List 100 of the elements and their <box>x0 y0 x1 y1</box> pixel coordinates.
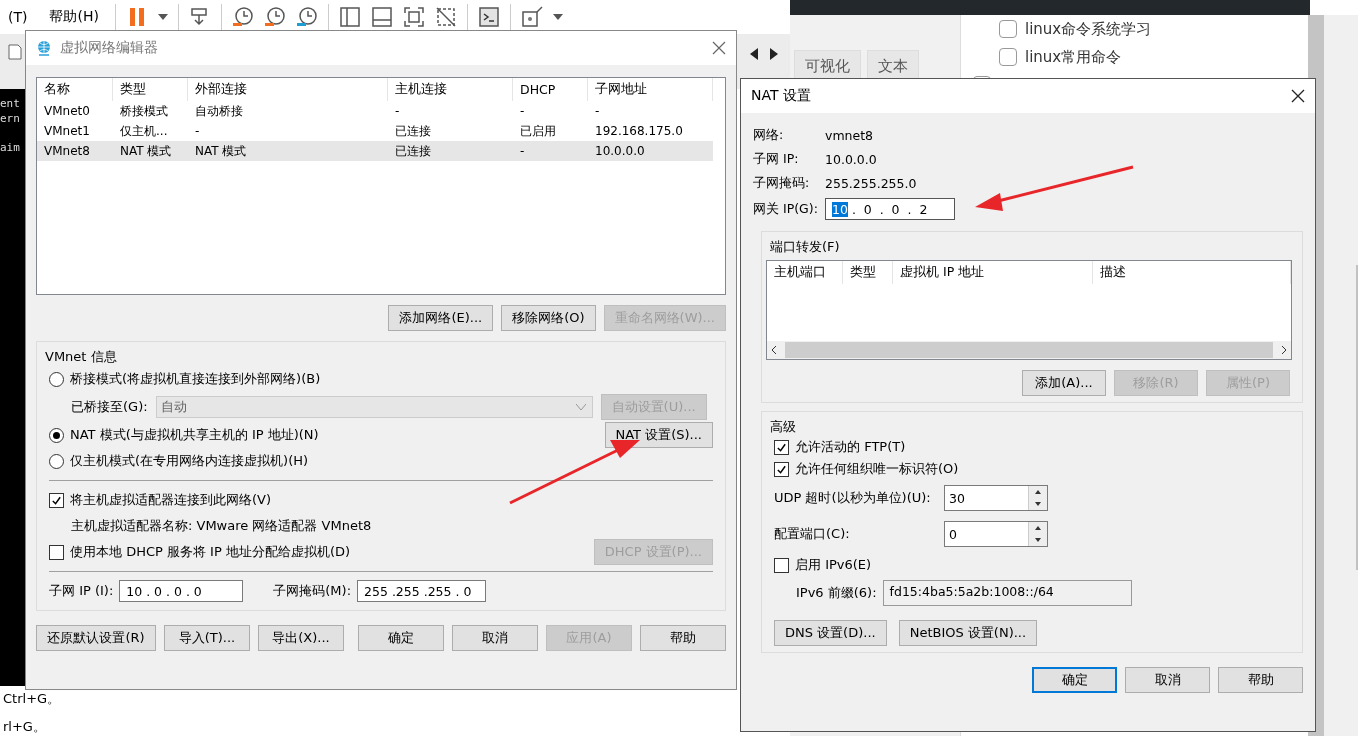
text-field[interactable]: fd15:4ba5:5a2b:1008::/64 <box>882 580 1132 606</box>
button[interactable]: DNS 设置(D)... <box>774 620 887 646</box>
unity-icon[interactable] <box>434 6 457 29</box>
window-title: 虚拟网络编辑器 <box>60 39 158 57</box>
adapter-name-text: 主机虚拟适配器名称: VMware 网络适配器 VMnet8 <box>71 517 372 535</box>
status-text: rl+G。 <box>3 719 46 734</box>
column-header[interactable]: 名称 <box>37 78 113 101</box>
checkbox-label[interactable]: 允许活动的 FTP(T) <box>795 438 906 456</box>
terminal-text: ent <box>0 96 20 110</box>
button[interactable]: NAT 设置(S)... <box>604 422 713 448</box>
checkbox[interactable] <box>999 20 1017 38</box>
group-title: 高级 <box>770 418 797 436</box>
globe-icon <box>36 40 52 56</box>
table-cell-text: 已启用 <box>519 122 557 140</box>
tab-icon[interactable] <box>8 44 22 61</box>
radio-button[interactable] <box>49 453 64 469</box>
right-arrow-icon[interactable] <box>770 48 778 61</box>
field-value: 10.0.0.0 <box>825 151 877 167</box>
button[interactable]: 导入(T)... <box>164 625 250 651</box>
field-value: vmnet8 <box>825 127 874 143</box>
field-label: 子网 IP: <box>753 150 800 168</box>
table-row[interactable]: VMnet8 NAT 模式 NAT 模式 已连接 - 10.0.0.0 <box>37 141 713 161</box>
window-title: NAT 设置 <box>751 87 811 105</box>
checkbox[interactable] <box>774 461 789 477</box>
left-arrow-icon[interactable] <box>750 48 758 61</box>
ip-field[interactable]: 255 .255 .255 . 0 <box>357 580 487 602</box>
button[interactable]: 帮助 <box>640 625 726 651</box>
table-cell-text: NAT 模式 <box>119 142 173 160</box>
close-icon[interactable] <box>1291 89 1305 103</box>
fullscreen-icon[interactable] <box>402 6 425 29</box>
field-label: 配置端口(C): <box>774 525 851 543</box>
column-header[interactable]: 描述 <box>1093 261 1291 284</box>
checkbox[interactable] <box>774 439 789 455</box>
category-label: linux常用命令 <box>1025 47 1122 67</box>
radio-label[interactable]: 仅主机模式(在专用网络内连接虚拟机)(H) <box>70 452 309 470</box>
table-cell-text: - <box>519 104 526 118</box>
table-cell-text: 192.168.175.0 <box>594 124 684 138</box>
button[interactable]: 确定 <box>1032 667 1117 693</box>
console-icon[interactable] <box>477 6 500 29</box>
text-selection: 10 <box>832 201 848 217</box>
column-header[interactable]: 主机端口 <box>767 261 843 284</box>
column-header[interactable]: 主机连接 <box>388 78 513 101</box>
button[interactable]: NetBIOS 设置(N)... <box>898 620 1038 646</box>
field-label: 网络: <box>753 126 785 144</box>
caret-icon[interactable] <box>157 14 168 21</box>
checkbox-label[interactable]: 将主机虚拟适配器连接到此网络(V) <box>70 491 272 509</box>
checkbox[interactable] <box>999 48 1017 66</box>
button[interactable]: 取消 <box>1125 667 1210 693</box>
clock-icon[interactable] <box>295 6 318 29</box>
field-value: 255.255.255.0 <box>825 175 917 191</box>
clock-icon[interactable] <box>263 6 286 29</box>
menu-item[interactable]: 帮助(H) <box>43 8 105 27</box>
ip-field[interactable]: 10 . 0 . 0 . 2 <box>825 198 955 220</box>
checkbox[interactable] <box>774 557 789 573</box>
column-header[interactable]: 外部连接 <box>188 78 388 101</box>
field-label: 已桥接至(G): <box>71 398 148 416</box>
table-cell-text: - <box>194 124 201 138</box>
table-cell-text: - <box>394 104 401 118</box>
table-cell-text: 10.0.0.0 <box>594 144 646 158</box>
layout-icon[interactable] <box>370 6 393 29</box>
radio-button[interactable] <box>49 371 64 387</box>
column-header[interactable]: DHCP <box>513 78 588 101</box>
button[interactable]: 添加网络(E)... <box>388 305 494 331</box>
table-cell-text: 已连接 <box>394 142 432 160</box>
table-cell-text: 仅主机... <box>119 122 169 140</box>
radio-label[interactable]: 桥接模式(将虚拟机直接连接到外部网络)(B) <box>70 370 321 388</box>
checkbox-label[interactable]: 使用本地 DHCP 服务将 IP 地址分配给虚拟机(D) <box>70 543 351 561</box>
table-cell-text: VMnet0 <box>43 104 91 118</box>
checkbox-label[interactable]: 启用 IPv6(E) <box>795 556 872 574</box>
column-header[interactable]: 虚拟机 IP 地址 <box>893 261 1093 284</box>
table-cell-text: 桥接模式 <box>119 102 169 120</box>
button[interactable]: 移除网络(O) <box>501 305 596 331</box>
caret-icon[interactable] <box>552 14 563 21</box>
terminal-text: aim <box>0 140 20 154</box>
radio-button[interactable] <box>49 427 64 443</box>
radio-label[interactable]: NAT 模式(与虚拟机共享主机的 IP 地址)(N) <box>70 426 319 444</box>
table-cell-text: VMnet8 <box>43 144 91 158</box>
checkbox-label[interactable]: 允许任何组织唯一标识符(O) <box>795 460 959 478</box>
ip-field[interactable]: 10 . 0 . 0 . 0 <box>119 580 244 602</box>
button[interactable]: 还原默认设置(R) <box>36 625 156 651</box>
column-header[interactable]: 子网地址 <box>588 78 713 101</box>
checkbox[interactable] <box>49 492 64 508</box>
table-cell-text: 自动桥接 <box>194 102 244 120</box>
clock-icon[interactable] <box>231 6 254 29</box>
number-field[interactable]: 0 <box>944 521 1048 547</box>
number-field[interactable]: 30 <box>944 485 1048 511</box>
button[interactable]: 添加(A)... <box>1022 370 1106 396</box>
menu-item[interactable]: (T) <box>2 9 34 26</box>
button[interactable]: 帮助 <box>1218 667 1303 693</box>
layout-icon[interactable] <box>338 6 361 29</box>
view-icon[interactable] <box>520 6 543 29</box>
table-cell-text: VMnet1 <box>43 124 91 138</box>
column-header[interactable]: 类型 <box>113 78 188 101</box>
checkbox[interactable] <box>49 544 64 560</box>
button[interactable]: 导出(X)... <box>258 625 344 651</box>
button[interactable]: 取消 <box>452 625 538 651</box>
column-header[interactable]: 类型 <box>843 261 893 284</box>
scrollbar[interactable] <box>767 341 1291 359</box>
button[interactable]: 确定 <box>358 625 444 651</box>
field-label: 子网掩码: <box>753 174 811 192</box>
